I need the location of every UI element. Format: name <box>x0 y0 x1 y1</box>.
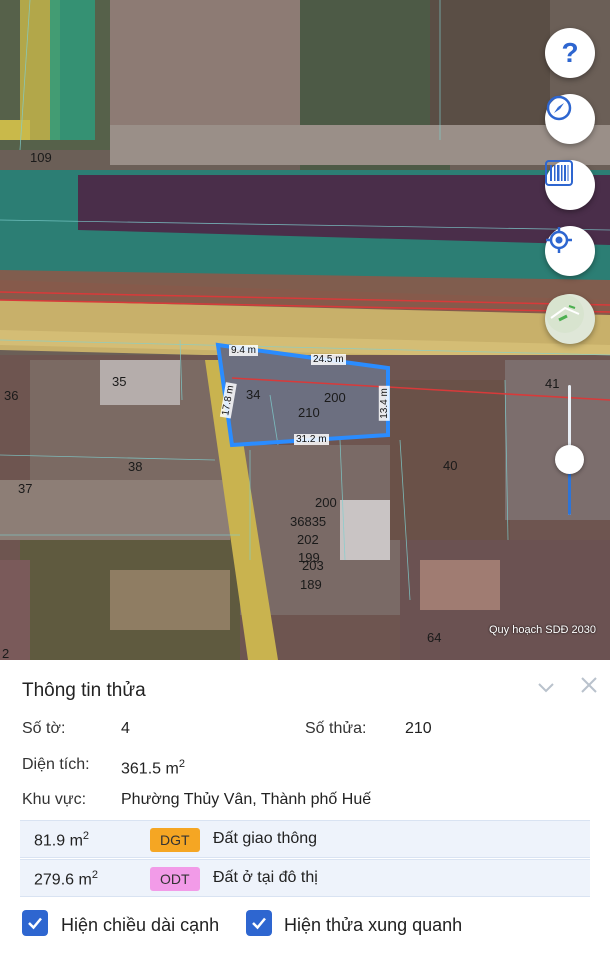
plot-label: 40 <box>443 458 458 473</box>
land-use-code-badge: ODT <box>150 867 200 891</box>
plot-label: 203 <box>302 558 324 573</box>
edge-length-label: 9.4 m <box>229 345 259 356</box>
parcel-value: 210 <box>405 720 432 737</box>
checkmark-icon <box>252 917 266 930</box>
question-icon: ? <box>561 37 579 68</box>
land-use-area: 81.9 m2 <box>34 830 90 850</box>
map-view[interactable]: 109 35 36 34 200 210 41 38 37 40 200 368… <box>0 0 610 660</box>
plot-label: 200 <box>324 390 346 405</box>
help-button[interactable]: ? <box>545 28 595 78</box>
parcel-label: Số thửa: <box>305 720 367 737</box>
show-neighbors-label[interactable]: Hiện thửa xung quanh <box>284 915 462 936</box>
locate-button[interactable] <box>545 226 595 276</box>
plot-label: 36835 <box>290 514 327 529</box>
region-label: Khu vực: <box>22 791 87 808</box>
locate-icon <box>546 227 572 253</box>
sheet-label: Số tờ: <box>22 720 66 737</box>
map-caption: Quy hoạch SDĐ 2030 <box>488 624 596 636</box>
edge-length-label: 13.4 m <box>378 386 390 421</box>
land-use-row: 279.6 m2 ODT Đất ở tại đô thị <box>20 859 590 897</box>
parcel-info-panel: Thông tin thửa Số tờ: 4 Số thửa: 210 Diệ… <box>0 660 610 960</box>
plot-label: 36 <box>4 388 19 403</box>
plot-label: 202 <box>297 532 319 547</box>
map-layer-icon <box>546 295 584 333</box>
plot-label: 210 <box>298 405 320 420</box>
edge-length-label: 31.2 m <box>294 434 329 445</box>
plot-label: 2 <box>2 646 10 660</box>
land-use-area: 279.6 m2 <box>34 869 98 889</box>
chevron-down-icon[interactable] <box>535 676 557 698</box>
plot-label: 34 <box>246 387 261 402</box>
plot-label: 38 <box>128 459 143 474</box>
plot-label: 189 <box>300 577 322 592</box>
compass-icon <box>546 95 572 121</box>
show-neighbors-checkbox[interactable] <box>246 910 272 936</box>
area-label: Diện tích: <box>22 756 90 773</box>
plot-label: 35 <box>112 374 127 389</box>
plot-label: 37 <box>18 481 33 496</box>
land-use-description: Đất ở tại đô thị <box>213 869 318 886</box>
land-use-code-badge: DGT <box>150 828 200 852</box>
land-use-description: Đất giao thông <box>213 830 318 847</box>
map-layer-button[interactable] <box>545 294 595 344</box>
compass-button[interactable] <box>545 94 595 144</box>
panel-title: Thông tin thửa <box>22 680 146 701</box>
show-edge-lengths-checkbox[interactable] <box>22 910 48 936</box>
plot-label: 41 <box>545 376 560 391</box>
land-use-row: 81.9 m2 DGT Đất giao thông <box>20 820 590 858</box>
plot-label: 200 <box>315 495 337 510</box>
region-value: Phường Thủy Vân, Thành phố Huế <box>121 791 372 808</box>
checkmark-icon <box>28 917 42 930</box>
sheet-value: 4 <box>121 720 130 737</box>
edge-length-label: 24.5 m <box>311 354 346 365</box>
area-value: 361.5 m2 <box>121 758 185 778</box>
show-edge-lengths-label[interactable]: Hiện chiều dài cạnh <box>61 915 219 936</box>
close-icon[interactable] <box>578 674 600 696</box>
zoom-slider-knob[interactable] <box>555 445 584 474</box>
plot-label: 109 <box>30 150 52 165</box>
plot-label: 64 <box>427 630 442 645</box>
barcode-icon <box>545 160 573 186</box>
barcode-button[interactable] <box>545 160 595 210</box>
